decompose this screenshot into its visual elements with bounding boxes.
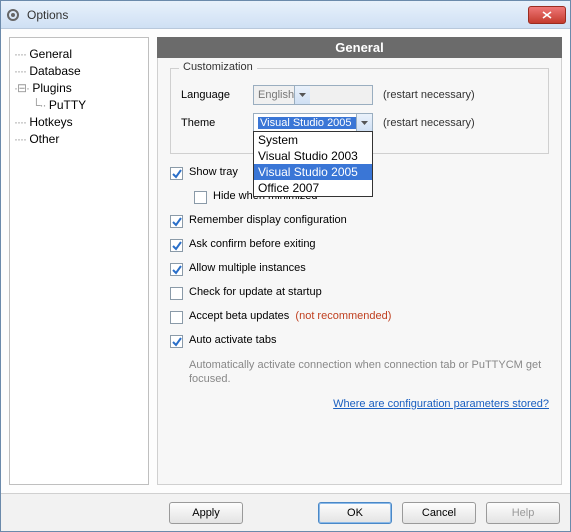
options-window: Options ···· General ···· Database ·⊟· P… <box>0 0 571 532</box>
section-header: General <box>157 37 562 58</box>
theme-option[interactable]: System <box>254 132 372 148</box>
customization-group: Customization Language English (restart … <box>170 68 549 154</box>
theme-label: Theme <box>181 117 243 129</box>
theme-dropdown[interactable]: System Visual Studio 2003 Visual Studio … <box>253 131 373 197</box>
cancel-button[interactable]: Cancel <box>402 502 476 524</box>
ask-confirm-checkbox[interactable] <box>170 239 183 252</box>
auto-activate-checkbox[interactable] <box>170 335 183 348</box>
language-value: English <box>258 89 294 101</box>
accept-beta-warn: (not recommended) <box>295 310 391 322</box>
auto-activate-desc: Automatically activate connection when c… <box>189 358 549 386</box>
nav-tree[interactable]: ···· General ···· Database ·⊟· Plugins └… <box>9 37 149 485</box>
theme-combo[interactable]: Visual Studio 2005 <box>253 113 373 133</box>
theme-hint: (restart necessary) <box>383 117 475 129</box>
tree-item-general[interactable]: ···· General <box>14 46 144 63</box>
hide-minimized-checkbox[interactable] <box>194 191 207 204</box>
allow-multi-label: Allow multiple instances <box>189 262 549 274</box>
theme-option[interactable]: Office 2007 <box>254 180 372 196</box>
chevron-down-icon <box>356 114 372 132</box>
language-hint: (restart necessary) <box>383 89 475 101</box>
apply-button[interactable]: Apply <box>169 502 243 524</box>
general-pane: Customization Language English (restart … <box>157 58 562 485</box>
accept-beta-label: Accept beta updates (not recommended) <box>189 310 549 322</box>
ask-confirm-label: Ask confirm before exiting <box>189 238 549 250</box>
allow-multi-row[interactable]: Allow multiple instances <box>170 262 549 276</box>
content: ···· General ···· Database ·⊟· Plugins └… <box>1 29 570 493</box>
window-title: Options <box>27 8 528 22</box>
chevron-down-icon <box>294 86 310 104</box>
language-row: Language English (restart necessary) <box>181 85 538 105</box>
main-panel: General Customization Language English (… <box>157 37 562 485</box>
ok-button[interactable]: OK <box>318 502 392 524</box>
config-storage-link[interactable]: Where are configuration parameters store… <box>170 398 549 410</box>
tree-item-hotkeys[interactable]: ···· Hotkeys <box>14 114 144 131</box>
language-label: Language <box>181 89 243 101</box>
group-title: Customization <box>179 61 257 73</box>
theme-option[interactable]: Visual Studio 2003 <box>254 148 372 164</box>
app-icon <box>5 7 21 23</box>
check-update-row[interactable]: Check for update at startup <box>170 286 549 300</box>
remember-label: Remember display configuration <box>189 214 549 226</box>
accept-beta-checkbox[interactable] <box>170 311 183 324</box>
auto-activate-row[interactable]: Auto activate tabs <box>170 334 549 348</box>
tree-item-plugins[interactable]: ·⊟· Plugins <box>14 80 144 97</box>
theme-row: Theme Visual Studio 2005 (restart necess… <box>181 113 538 133</box>
ask-confirm-row[interactable]: Ask confirm before exiting <box>170 238 549 252</box>
titlebar[interactable]: Options <box>1 1 570 29</box>
auto-activate-label: Auto activate tabs <box>189 334 549 346</box>
check-update-label: Check for update at startup <box>189 286 549 298</box>
tree-item-database[interactable]: ···· Database <box>14 63 144 80</box>
accept-beta-row[interactable]: Accept beta updates (not recommended) <box>170 310 549 324</box>
close-button[interactable] <box>528 6 566 24</box>
remember-checkbox[interactable] <box>170 215 183 228</box>
show-tray-checkbox[interactable] <box>170 167 183 180</box>
bottom-bar: Apply OK Cancel Help <box>1 493 570 531</box>
theme-value: Visual Studio 2005 <box>258 117 356 129</box>
allow-multi-checkbox[interactable] <box>170 263 183 276</box>
help-button[interactable]: Help <box>486 502 560 524</box>
tree-item-other[interactable]: ···· Other <box>14 131 144 148</box>
theme-option[interactable]: Visual Studio 2005 <box>254 164 372 180</box>
remember-row[interactable]: Remember display configuration <box>170 214 549 228</box>
tree-item-putty[interactable]: └·· PuTTY <box>14 97 144 114</box>
check-update-checkbox[interactable] <box>170 287 183 300</box>
language-combo[interactable]: English <box>253 85 373 105</box>
